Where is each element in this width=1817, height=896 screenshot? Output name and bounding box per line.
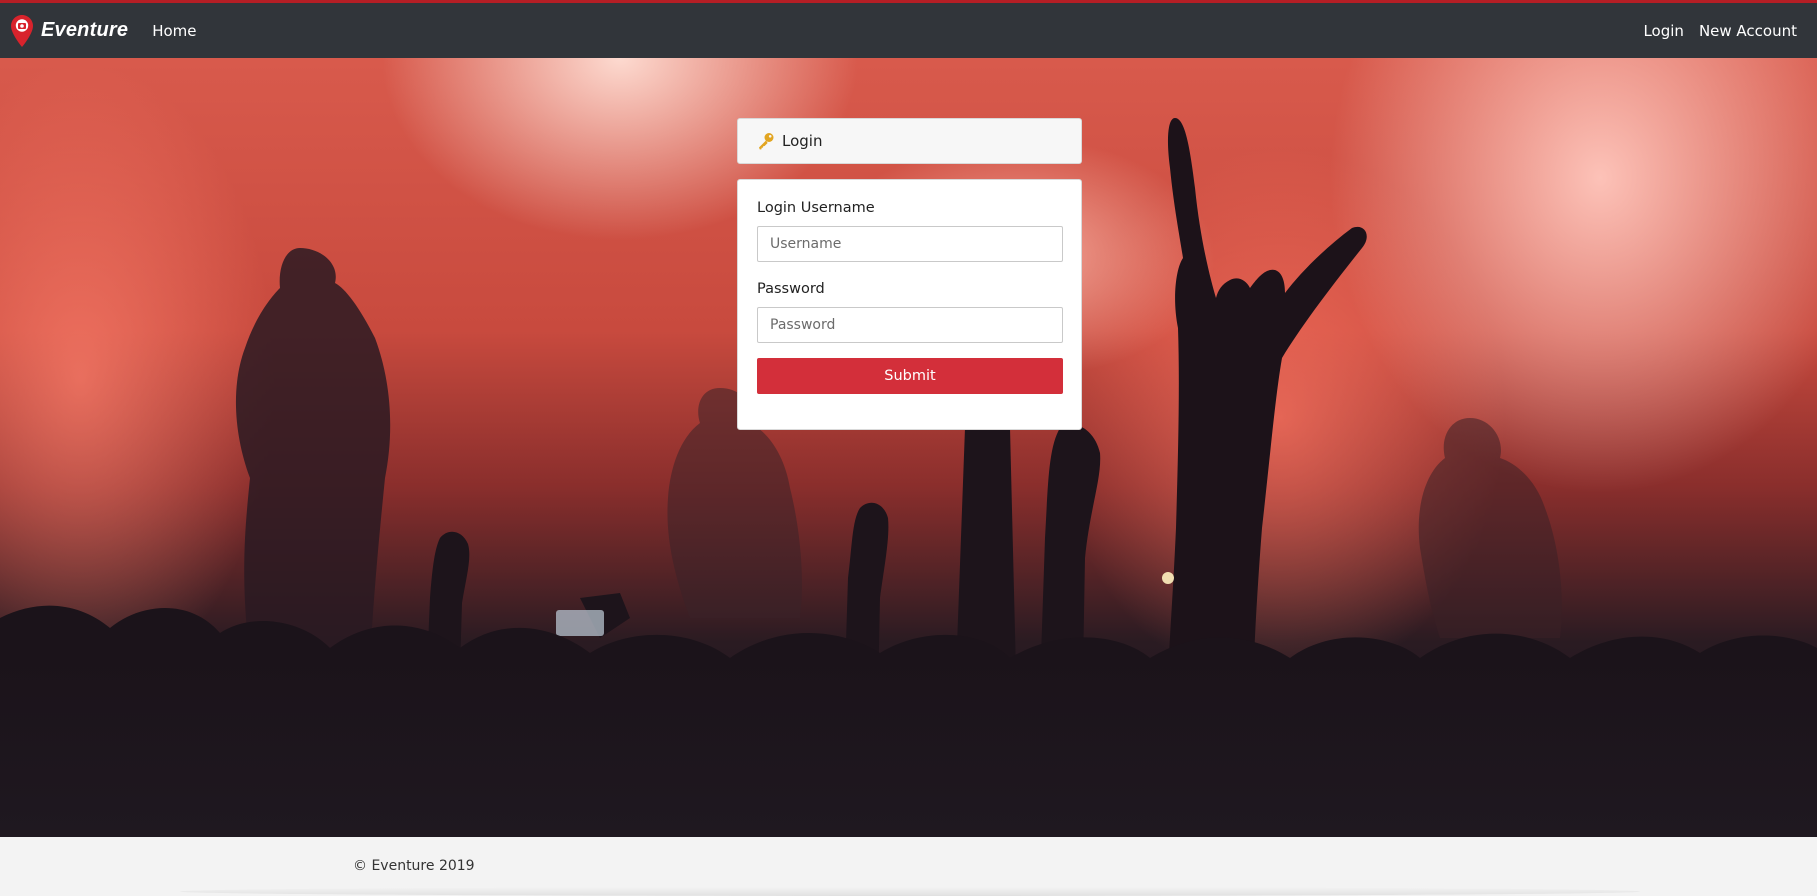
brand[interactable]: Eventure bbox=[11, 14, 129, 47]
submit-button[interactable]: Submit bbox=[757, 358, 1063, 394]
password-label: Password bbox=[757, 281, 825, 297]
nav-new-account-link[interactable]: New Account bbox=[1699, 22, 1797, 40]
nav-login-link[interactable]: Login bbox=[1643, 22, 1683, 40]
map-pin-logo-icon bbox=[11, 14, 33, 47]
footer: © Eventure 2019 bbox=[0, 837, 1817, 896]
footer-copyright: © Eventure 2019 bbox=[353, 858, 475, 874]
key-icon bbox=[756, 131, 776, 151]
brand-name: Eventure bbox=[41, 19, 129, 41]
top-navbar: Eventure Home Login New Account bbox=[0, 0, 1817, 58]
username-label: Login Username bbox=[757, 200, 875, 216]
footer-shadow bbox=[180, 887, 1640, 896]
nav-home-link[interactable]: Home bbox=[152, 22, 196, 40]
login-panel-header: Login bbox=[737, 118, 1082, 164]
password-input[interactable] bbox=[757, 307, 1063, 343]
nav-right: Login New Account bbox=[1643, 22, 1797, 40]
login-panel-title: Login bbox=[782, 132, 823, 150]
concert-background-image bbox=[0, 58, 1817, 837]
login-form: Login Username Password Submit bbox=[737, 179, 1082, 430]
crowd-silhouette bbox=[0, 118, 1817, 837]
username-input[interactable] bbox=[757, 226, 1063, 262]
